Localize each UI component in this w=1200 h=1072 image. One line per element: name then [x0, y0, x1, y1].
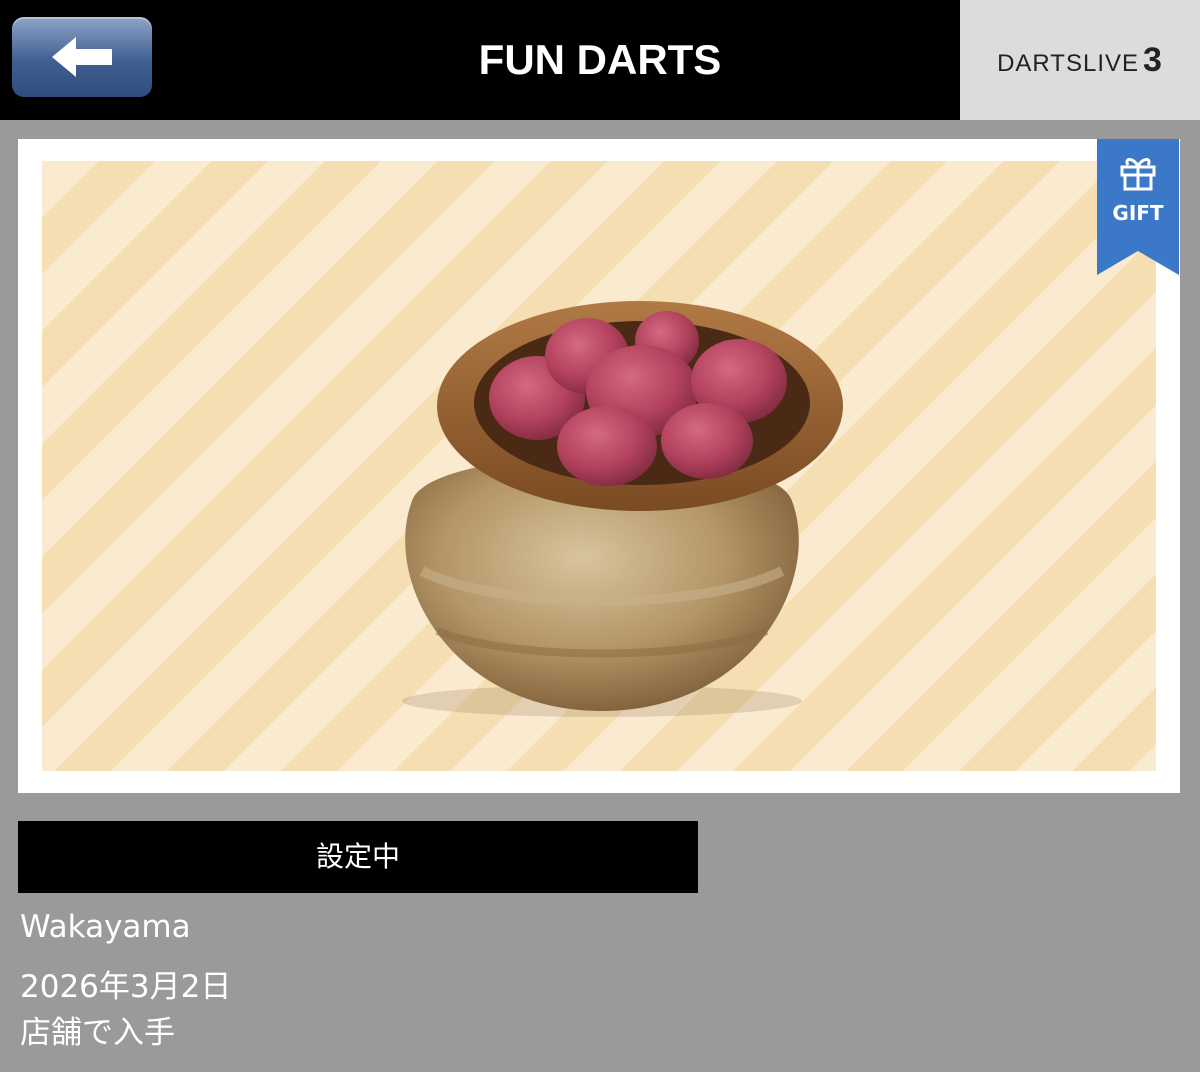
back-button[interactable] [12, 17, 152, 97]
status-button[interactable]: 設定中 [18, 821, 698, 893]
header-bar: FUN DARTS DARTSLIVE 3 [0, 0, 1200, 120]
gift-icon [1120, 158, 1156, 191]
back-arrow-icon [52, 37, 112, 77]
item-image-panel [42, 161, 1156, 771]
gift-badge: GIFT [1097, 139, 1179, 275]
umeboshi-pot-image [402, 301, 843, 717]
brand-logo: DARTSLIVE 3 [960, 0, 1200, 120]
acquired-date: 2026年3月2日 [20, 969, 232, 1005]
item-name: Wakayama [20, 909, 191, 945]
brand-name: DARTSLIVE [997, 50, 1139, 77]
item-card: GIFT [18, 139, 1180, 793]
gift-label: GIFT [1112, 201, 1164, 225]
acquired-source: 店舗で入手 [20, 1015, 175, 1051]
page-title: FUN DARTS [478, 36, 722, 83]
brand-number: 3 [1143, 41, 1163, 79]
